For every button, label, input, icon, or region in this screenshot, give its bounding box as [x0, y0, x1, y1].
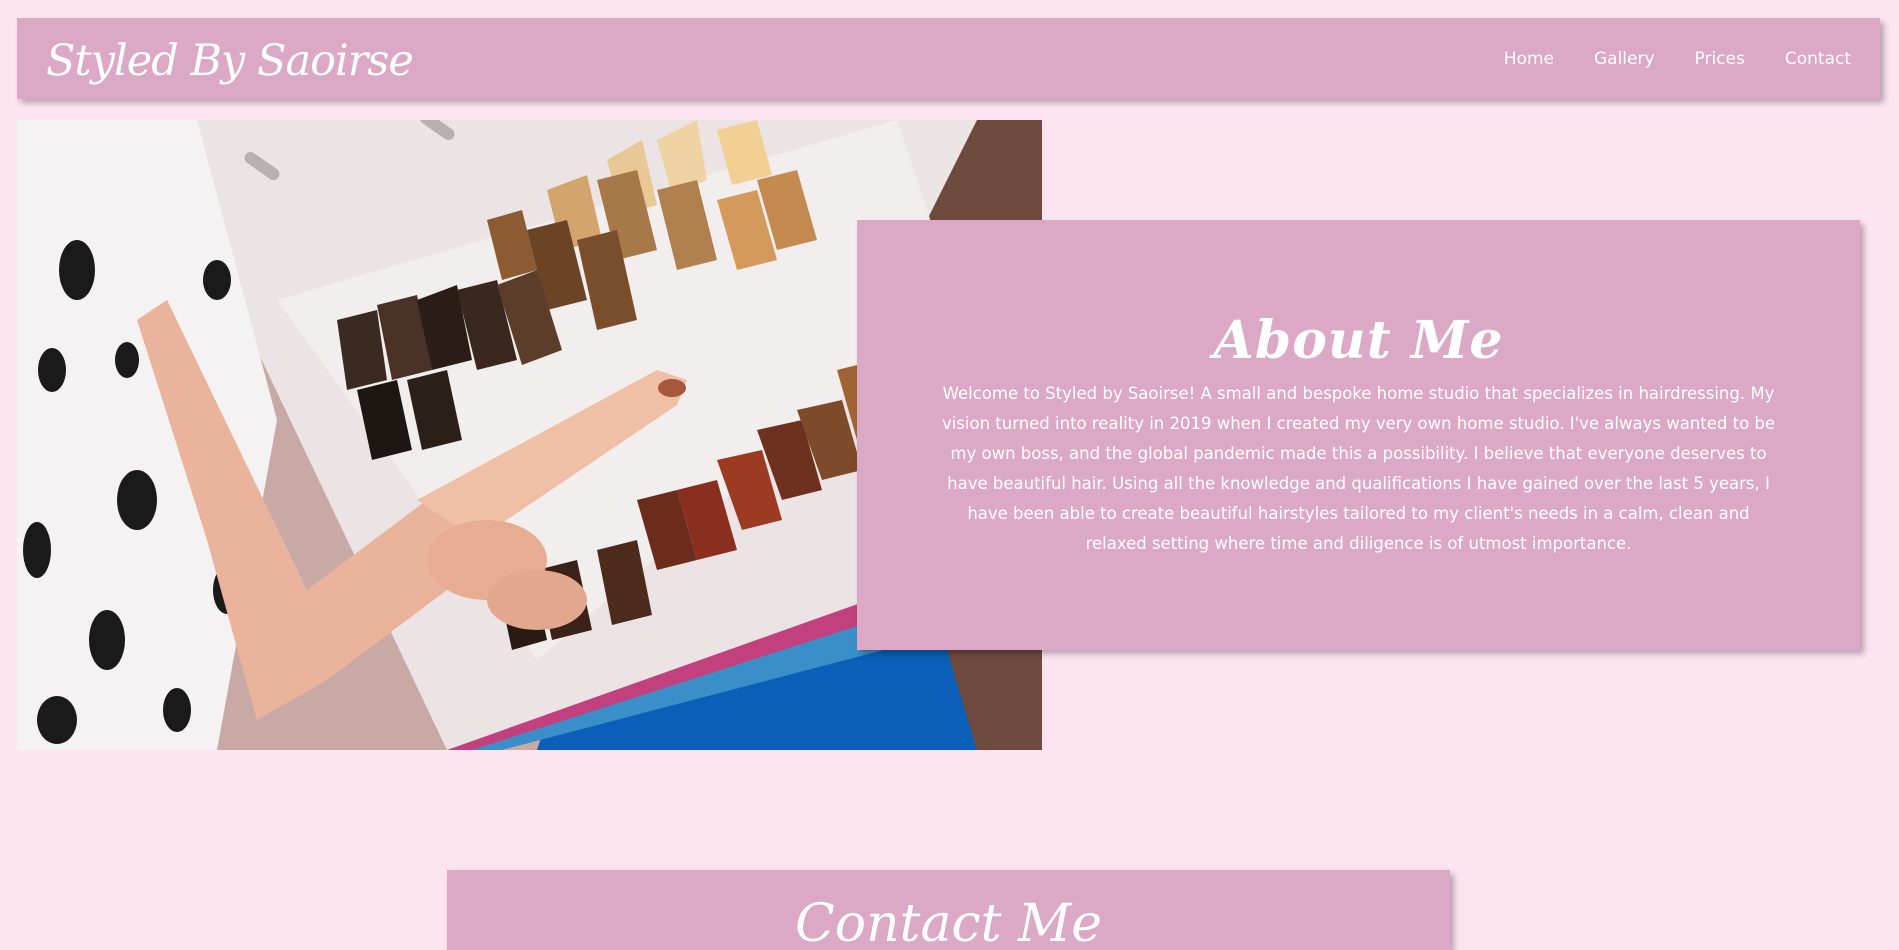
about-me-card: About Me Welcome to Styled by Saoirse! A…	[857, 220, 1860, 650]
nav-link-prices[interactable]: Prices	[1695, 49, 1745, 69]
about-paragraph: Welcome to Styled by Saoirse! A small an…	[941, 384, 1776, 553]
contact-section-card: Contact Me	[447, 870, 1450, 950]
site-logo[interactable]: Styled By Saoirse	[46, 40, 414, 83]
about-title: About Me	[1213, 310, 1504, 371]
nav-link-gallery[interactable]: Gallery	[1594, 49, 1655, 69]
nav-link-home[interactable]: Home	[1504, 49, 1554, 69]
nav-link-contact[interactable]: Contact	[1785, 49, 1851, 69]
main-nav: Home Gallery Prices Contact	[1464, 49, 1851, 69]
top-navbar: Styled By Saoirse Home Gallery Prices Co…	[17, 18, 1880, 99]
contact-section-title: Contact Me	[794, 894, 1103, 950]
